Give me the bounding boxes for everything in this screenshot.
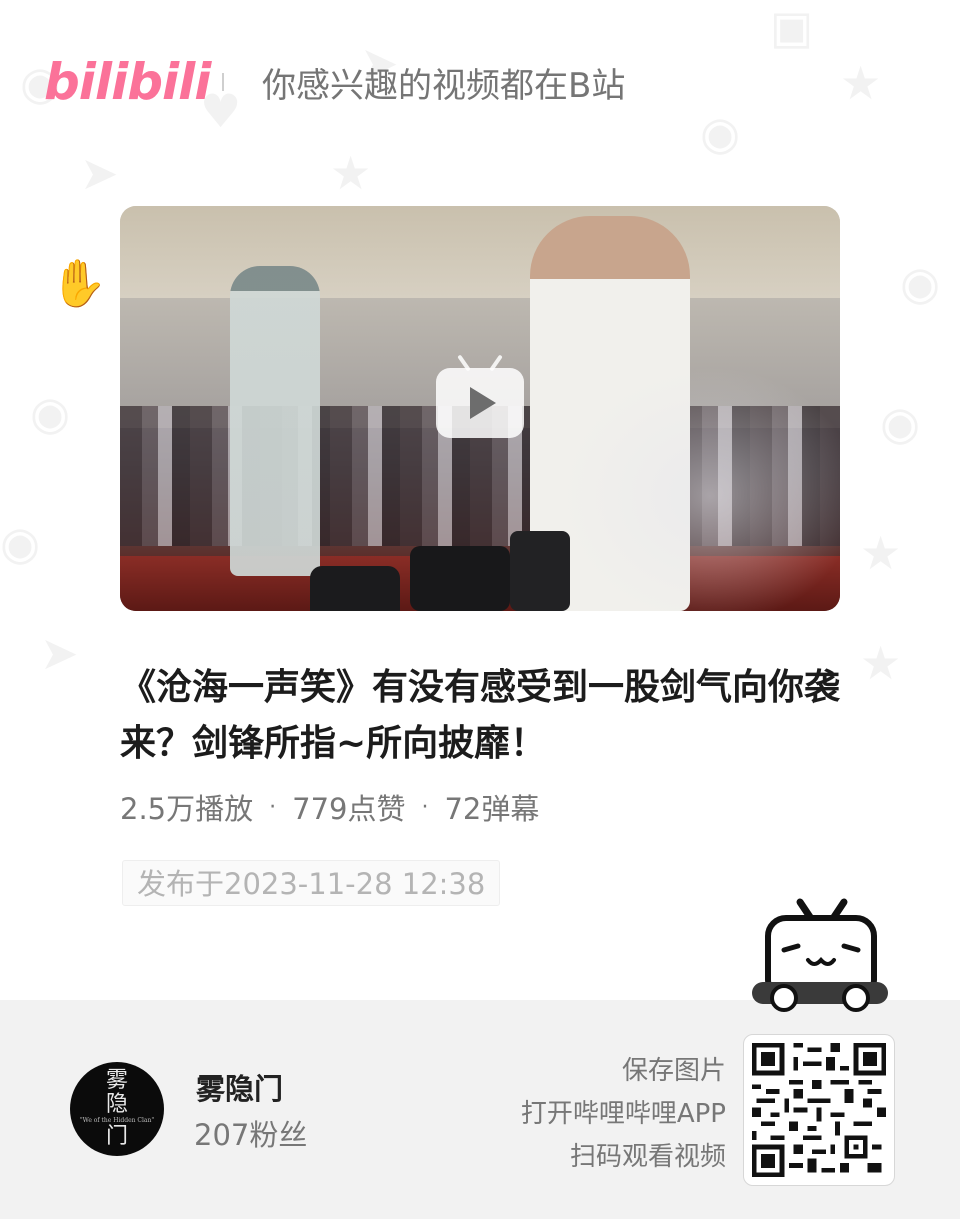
publish-date: 发布于2023-11-28 12:38 [122, 860, 501, 906]
star-icon: ★ [860, 526, 902, 580]
cta-scan-qr: 扫码观看视频 [569, 1142, 726, 1172]
coin-icon: ◉ [0, 516, 41, 570]
video-thumbnail[interactable] [120, 206, 840, 611]
uploader-name[interactable]: 雾隐门 [196, 1066, 283, 1108]
stats-separator: · [421, 794, 429, 820]
arrow-icon: ➤ [40, 626, 79, 680]
uploader-avatar[interactable]: 雾 隐 "We of the Hidden Clan" 门 [70, 1062, 164, 1156]
like-count: 779点赞 [292, 792, 406, 826]
thumb-ceiling [120, 206, 840, 298]
arrow-icon: ➤ [80, 146, 119, 200]
header-slogan: 你感兴趣的视频都在B站 [262, 65, 626, 106]
thumb-smoke [560, 366, 840, 611]
view-count: 2.5万播放 [120, 792, 254, 826]
thumb-speaker [410, 546, 510, 611]
cta-text: 保存图片 打开哔哩哔哩APP 扫码观看视频 [521, 1050, 726, 1179]
thumb-performer-left [230, 266, 320, 576]
stats-separator: · [269, 794, 277, 820]
qr-code-icon[interactable] [743, 1034, 895, 1186]
coin-icon: ◉ [30, 386, 71, 440]
video-stats: 2.5万播放 · 779点赞 · 72弹幕 [120, 786, 539, 828]
avatar-char: 隐 [105, 1092, 128, 1117]
header: bilibili 你感兴趣的视频都在B站 [44, 42, 924, 122]
danmaku-count: 72弹幕 [444, 792, 540, 826]
thumb-speaker [510, 531, 570, 611]
star-icon: ★ [330, 146, 372, 200]
uploader-fans: 207粉丝 [194, 1118, 308, 1152]
play-icon [470, 387, 496, 419]
cta-open-app: 打开哔哩哔哩APP [520, 1099, 726, 1129]
bilibili-tv-mascot-icon [750, 894, 890, 1016]
header-divider [222, 73, 224, 91]
coin-icon: ◉ [880, 396, 921, 450]
coin-icon: ◉ [900, 256, 941, 310]
thumbsup-icon: ✋ [50, 256, 108, 310]
play-button[interactable] [436, 354, 524, 438]
thumb-speaker [310, 566, 400, 611]
avatar-char: 雾 [105, 1068, 128, 1093]
video-title[interactable]: 《沧海一声笑》有没有感受到一股剑气向你袭来？剑锋所指~所向披靡！ [120, 660, 850, 772]
star-icon: ★ [860, 636, 902, 690]
avatar-char: 门 [105, 1124, 128, 1149]
cta-save-image: 保存图片 [621, 1056, 726, 1086]
bilibili-logo[interactable]: bilibili [44, 53, 211, 111]
